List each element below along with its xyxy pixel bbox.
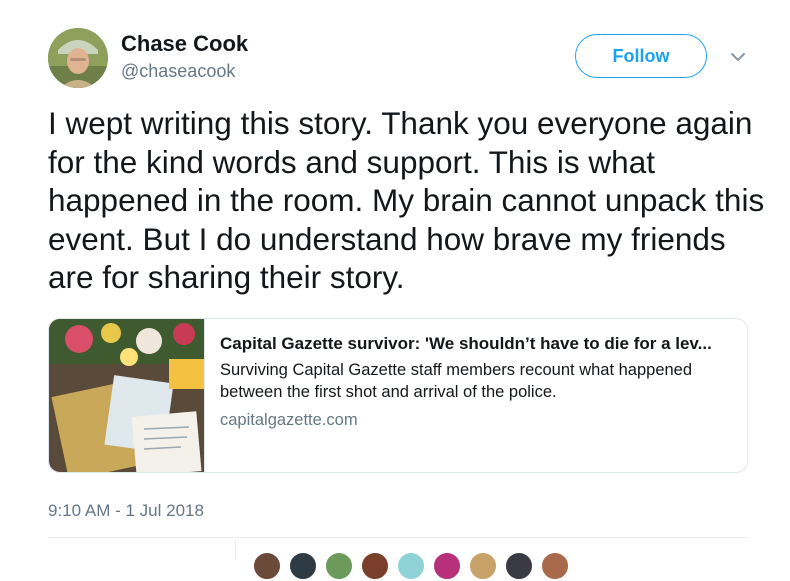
stats-separator — [235, 540, 236, 560]
link-card-image — [49, 319, 205, 472]
liker-avatar[interactable] — [432, 551, 462, 581]
liker-avatar[interactable] — [360, 551, 390, 581]
profile-photo — [48, 28, 108, 88]
liker-avatar[interactable] — [324, 551, 354, 581]
chevron-down-icon[interactable] — [729, 50, 747, 64]
liker-avatar[interactable] — [468, 551, 498, 581]
link-card-domain: capitalgazette.com — [220, 411, 358, 429]
liker-avatar[interactable] — [252, 551, 282, 581]
follow-button[interactable]: Follow — [575, 34, 707, 78]
link-card-title: Capital Gazette survivor: 'We shouldn’t … — [220, 334, 712, 353]
liker-avatar[interactable] — [504, 551, 534, 581]
author-display-name[interactable]: Chase Cook — [121, 30, 248, 58]
link-card-description: Surviving Capital Gazette staff members … — [220, 361, 693, 401]
liker-avatar[interactable] — [396, 551, 426, 581]
link-card[interactable]: Capital Gazette survivor: 'We shouldn’t … — [48, 318, 748, 473]
author-handle[interactable]: @chaseacook — [121, 59, 235, 83]
card-thumbnail-image — [49, 319, 204, 472]
divider — [48, 537, 748, 538]
liker-avatar[interactable] — [288, 551, 318, 581]
tweet-timestamp[interactable]: 9:10 AM - 1 Jul 2018 — [48, 500, 204, 522]
author-avatar[interactable] — [48, 28, 108, 88]
tweet-text: I wept writing this story. Thank you eve… — [48, 105, 765, 295]
liker-avatar[interactable] — [540, 551, 570, 581]
